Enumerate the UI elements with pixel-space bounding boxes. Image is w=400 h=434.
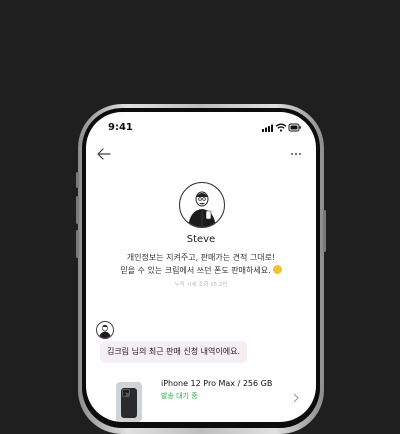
status-bar: 9:41 (86, 112, 316, 142)
person-illustration-icon (188, 191, 216, 227)
profile-description: 개인정보는 지켜주고, 판매가는 견적 그대로! 믿을 수 있는 크림에서 쓰던… (86, 251, 316, 277)
product-title: iPhone 12 Pro Max / 256 GB (161, 379, 273, 388)
message-bubble: 김크림 님의 최근 판매 신청 내역이에요. (100, 341, 248, 363)
power-button (323, 210, 326, 252)
back-button[interactable] (96, 146, 112, 160)
person-illustration-icon (99, 324, 111, 338)
battery-icon (288, 123, 301, 132)
volume-up-button (76, 196, 79, 224)
signal-icon (262, 124, 273, 132)
phone-screen: 9:41 Steve 개인정보는 지켜주고, 판매가는 견적 그대로! 믿을 수… (86, 112, 316, 422)
wifi-icon (275, 123, 287, 132)
profile-description-line2-wrapper: 믿을 수 있는 크림에서 쓰던 폰도 판매하세요. (86, 264, 316, 277)
status-icons (262, 123, 302, 132)
status-time: 9:41 (108, 122, 133, 133)
phone-product-icon (121, 388, 137, 418)
profile-name: Steve (186, 234, 216, 245)
view-stats: 누적 시세 조회 15.2만 (174, 282, 228, 288)
volume-down-button (76, 230, 79, 258)
more-button[interactable] (288, 146, 304, 160)
profile-description-line2: 믿을 수 있는 크림에서 쓰던 폰도 판매하세요. (120, 266, 271, 275)
ellipsis-icon (291, 153, 301, 155)
mute-switch (76, 172, 79, 188)
profile-description-line1: 개인정보는 지켜주고, 판매가는 견적 그대로! (126, 253, 276, 262)
order-card[interactable]: iPhone 12 Pro Max / 256 GB 발송 대기 중 (108, 374, 308, 422)
smiling-face-icon (272, 265, 282, 274)
product-thumbnail (116, 382, 142, 422)
chevron-right-icon (293, 393, 299, 403)
sender-avatar (96, 321, 114, 339)
profile-avatar (179, 182, 225, 228)
arrow-left-icon (97, 148, 111, 160)
